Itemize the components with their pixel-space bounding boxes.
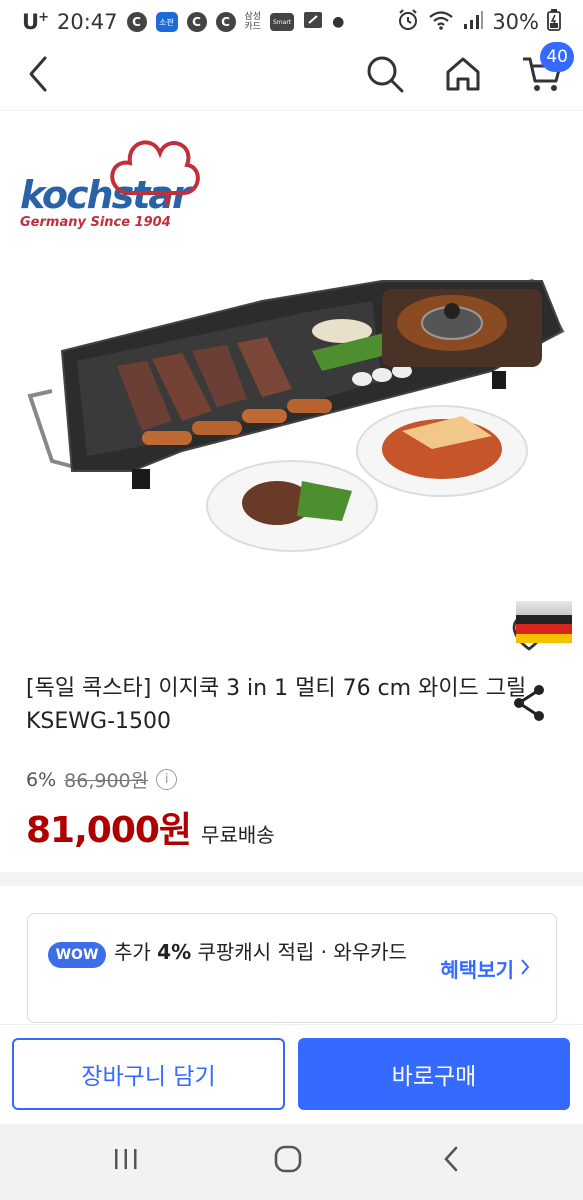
c-icon: C bbox=[215, 12, 236, 32]
info-icon[interactable]: i bbox=[156, 769, 178, 790]
home-circle-icon bbox=[273, 1144, 303, 1178]
cart-count-badge: 40 bbox=[540, 42, 574, 72]
carrier-label: U+ bbox=[22, 10, 49, 34]
wow-benefit-card[interactable]: WOW 추가 4% 쿠팡캐시 적립 · 와우카드 혜택보기 bbox=[27, 913, 557, 1023]
battery-icon bbox=[547, 8, 561, 36]
system-nav-bar bbox=[0, 1124, 583, 1200]
sale-price: 81,000원 bbox=[26, 810, 192, 851]
purchase-action-bar: 장바구니 담기 바로구매 bbox=[0, 1024, 583, 1124]
screen-icon bbox=[303, 10, 323, 34]
app-header: 40 bbox=[0, 42, 583, 108]
home-button[interactable] bbox=[439, 52, 487, 100]
status-bar: U+ 20:47 C 소판 C C 삼성 카드 Smart ● 30% bbox=[0, 0, 583, 44]
free-shipping-label: 무료배송 bbox=[201, 823, 275, 847]
germany-flag-icon bbox=[516, 601, 572, 643]
recent-apps-button[interactable] bbox=[96, 1136, 156, 1186]
original-price: 86,900원 bbox=[64, 770, 149, 792]
c-icon: C bbox=[186, 12, 207, 32]
battery-level: 30% bbox=[492, 10, 539, 34]
buy-now-button[interactable]: 바로구매 bbox=[298, 1038, 570, 1110]
view-benefits-link[interactable]: 혜택보기 bbox=[440, 954, 530, 983]
sale-price-row: 81,000원 무료배송 bbox=[26, 801, 275, 853]
original-price-row: 6% 86,900원 i bbox=[26, 766, 178, 793]
wifi-icon bbox=[428, 9, 454, 36]
grill-photo bbox=[27, 278, 565, 552]
home-nav-button[interactable] bbox=[258, 1136, 318, 1186]
app-icon: 소판 bbox=[155, 12, 178, 32]
discount-rate: 6% bbox=[26, 768, 57, 791]
clock: 20:47 bbox=[56, 10, 118, 34]
back-button[interactable] bbox=[14, 52, 62, 100]
signal-icon bbox=[462, 10, 484, 35]
home-icon bbox=[443, 54, 483, 98]
chef-hat-icon bbox=[110, 140, 200, 205]
brand-logo: kochstar Germany Since 1904 bbox=[20, 135, 200, 230]
search-button[interactable] bbox=[361, 52, 409, 100]
chevron-left-icon bbox=[25, 54, 51, 98]
recent-apps-icon bbox=[112, 1147, 140, 1175]
section-divider bbox=[0, 872, 583, 886]
wow-badge: WOW bbox=[48, 942, 106, 968]
wow-benefit-text: 추가 4% 쿠팡캐시 적립 · 와우카드 bbox=[114, 940, 407, 964]
back-arrow-icon bbox=[442, 1145, 460, 1177]
cart-button[interactable]: 40 bbox=[518, 42, 574, 100]
search-icon bbox=[365, 54, 405, 98]
add-to-cart-button[interactable]: 장바구니 담기 bbox=[12, 1038, 285, 1110]
c-icon: C bbox=[126, 12, 147, 32]
product-image[interactable]: kochstar Germany Since 1904 bbox=[0, 110, 583, 721]
back-nav-button[interactable] bbox=[421, 1136, 481, 1186]
chevron-right-icon bbox=[520, 957, 530, 981]
alarm-icon bbox=[396, 8, 420, 37]
samsung-card-icon: 삼성 카드 bbox=[244, 12, 262, 32]
dot-icon: ● bbox=[332, 14, 345, 30]
product-title: [독일 콕스타] 이지쿡 3 in 1 멀티 76 cm 와이드 그릴 KSEW… bbox=[26, 676, 527, 734]
smart-icon: Smart bbox=[270, 13, 295, 31]
